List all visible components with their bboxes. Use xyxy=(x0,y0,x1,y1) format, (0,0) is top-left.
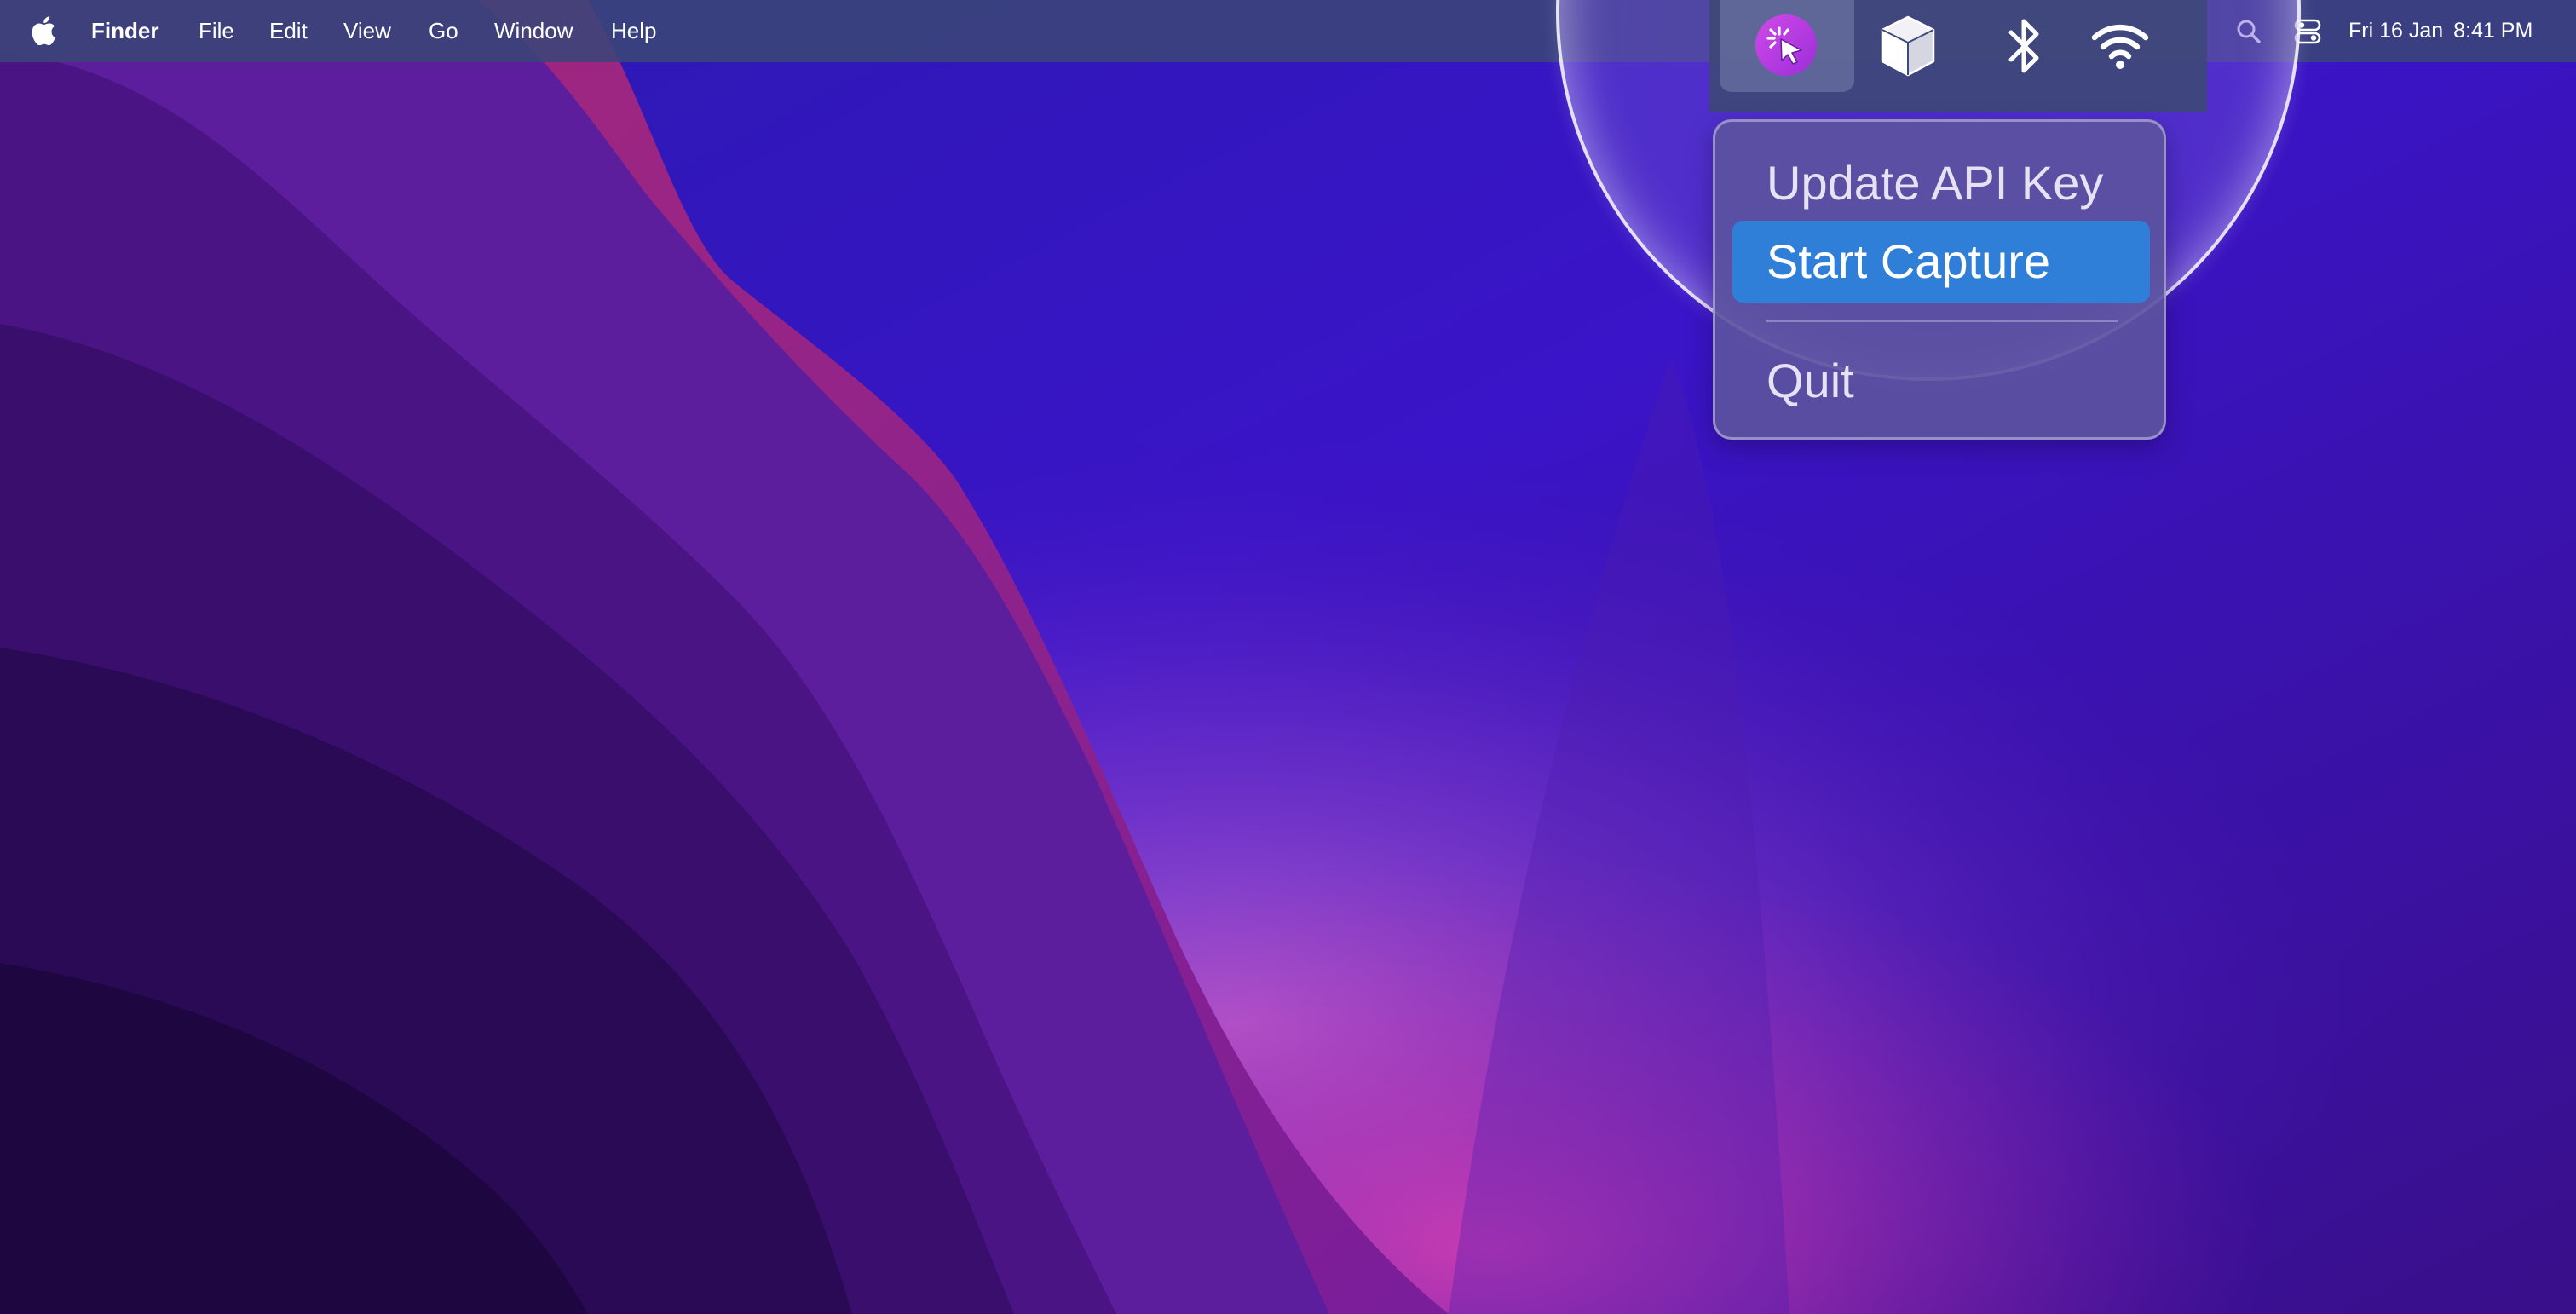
menu-separator xyxy=(1766,320,2118,322)
menu-finder[interactable]: Finder xyxy=(91,0,158,62)
menu-help[interactable]: Help xyxy=(611,0,656,62)
app-cursor-icon[interactable] xyxy=(1720,0,1854,92)
menubar-clock[interactable]: Fri 16 Jan 8:41 PM xyxy=(2348,0,2543,62)
menu-edit[interactable]: Edit xyxy=(269,0,308,62)
search-icon[interactable] xyxy=(2236,0,2265,62)
menu-item-start-capture[interactable]: Start Capture xyxy=(1732,221,2150,303)
menu-item-update-api-key[interactable]: Update API Key xyxy=(1732,142,2150,224)
bluetooth-icon[interactable] xyxy=(2001,0,2049,92)
box-icon[interactable] xyxy=(1875,0,1939,92)
wifi-icon[interactable] xyxy=(2089,0,2151,92)
apple-icon[interactable] xyxy=(31,0,61,62)
desktop: Finder File Edit View Go Window Help Fri… xyxy=(0,0,2576,1314)
menu-file[interactable]: File xyxy=(199,0,234,62)
wallpaper xyxy=(0,0,2576,1314)
app-dropdown-menu: Update API Key Start Capture Quit xyxy=(1713,119,2166,440)
control-center-icon[interactable] xyxy=(2294,0,2323,62)
menu-window[interactable]: Window xyxy=(494,0,573,62)
menu-go[interactable]: Go xyxy=(429,0,458,62)
clock-time: 8:41 PM xyxy=(2453,19,2533,43)
menu-item-quit[interactable]: Quit xyxy=(1732,340,2150,422)
clock-date: Fri 16 Jan xyxy=(2348,19,2444,43)
menu-view[interactable]: View xyxy=(343,0,391,62)
